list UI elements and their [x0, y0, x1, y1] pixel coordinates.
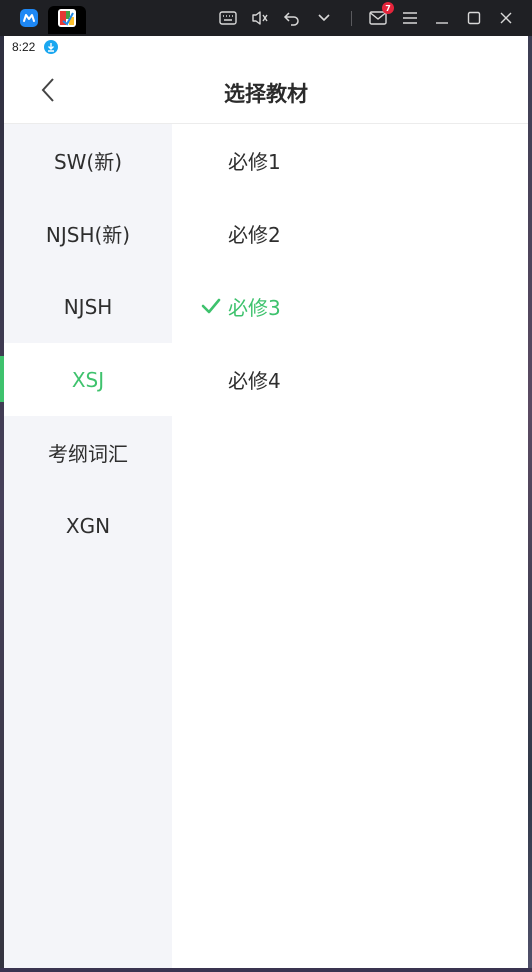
app-icon — [58, 9, 76, 31]
volume-option-3[interactable]: 必修3 — [172, 270, 528, 343]
sidebar-item-label: 考纲词汇 — [48, 442, 128, 466]
sidebar-item-label: SW(新) — [53, 150, 123, 174]
emulator-title-bar: 7 — [0, 0, 532, 36]
sidebar-item-sw-new[interactable]: SW(新) — [4, 124, 172, 197]
nav-bar: 选择教材 — [4, 60, 528, 124]
volume-option-label: 必修3 — [228, 296, 281, 320]
minimize-icon[interactable] — [430, 6, 454, 30]
phone-screen: 8:22 选择教材 SW(新) NJSH(新) NJSH XSJ 考纲词汇 XG… — [4, 36, 528, 968]
sidebar-item-label: NJSH — [63, 294, 113, 319]
status-time: 8:22 — [12, 40, 36, 54]
textbook-volume-list: 必修1 必修2 必修3 必修4 — [172, 124, 528, 968]
volume-option-label: 必修1 — [228, 150, 281, 174]
sidebar-item-xgn[interactable]: XGN — [4, 489, 172, 562]
page-title: 选择教材 — [224, 82, 308, 106]
textbook-series-sidebar: SW(新) NJSH(新) NJSH XSJ 考纲词汇 XGN — [4, 124, 172, 968]
emulator-logo-icon — [20, 9, 38, 31]
close-icon[interactable] — [494, 6, 518, 30]
mute-icon[interactable] — [248, 6, 272, 30]
sidebar-item-njsh-new[interactable]: NJSH(新) — [4, 197, 172, 270]
download-icon — [44, 40, 58, 54]
desktop-background-bottom — [0, 968, 532, 972]
status-bar: 8:22 — [4, 36, 528, 60]
volume-option-label: 必修2 — [228, 223, 281, 247]
sidebar-item-label: XSJ — [71, 367, 105, 392]
checkmark-icon — [200, 296, 222, 316]
sidebar-item-label: XGN — [65, 513, 111, 538]
toolbar-divider — [351, 11, 352, 26]
app-tab[interactable] — [48, 6, 86, 34]
sidebar-item-kaogang-vocab[interactable]: 考纲词汇 — [4, 416, 172, 489]
sidebar-item-label: NJSH(新) — [45, 223, 131, 247]
volume-option-1[interactable]: 必修1 — [172, 124, 528, 197]
maximize-icon[interactable] — [462, 6, 486, 30]
menu-icon[interactable] — [398, 6, 422, 30]
volume-option-2[interactable]: 必修2 — [172, 197, 528, 270]
sidebar-item-njsh[interactable]: NJSH — [4, 270, 172, 343]
chevron-down-icon[interactable] — [312, 6, 336, 30]
keyboard-icon[interactable] — [216, 6, 240, 30]
notification-badge: 7 — [382, 2, 394, 14]
emulator-home-tab[interactable] — [10, 6, 48, 34]
desktop-background-right — [528, 36, 532, 972]
volume-option-4[interactable]: 必修4 — [172, 343, 528, 416]
undo-icon[interactable] — [280, 6, 304, 30]
volume-option-label: 必修4 — [228, 369, 281, 393]
sidebar-item-xsj[interactable]: XSJ — [4, 343, 172, 416]
